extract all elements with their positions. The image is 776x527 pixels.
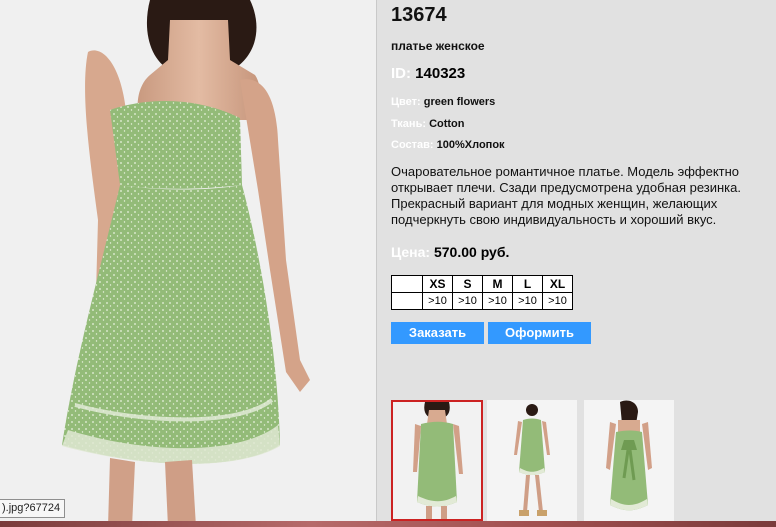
- composition-value: 100%Хлопок: [436, 139, 505, 151]
- thumbnail-front-selected[interactable]: [391, 400, 483, 521]
- bottom-strip: [0, 521, 776, 527]
- size-header-xs: XS: [422, 275, 453, 293]
- price-value: 570.00 руб.: [433, 244, 510, 260]
- fabric-row: Ткань: Cotton: [391, 118, 465, 130]
- composition-label: Состав:: [391, 139, 434, 151]
- size-availability-table: XS S M L XL >10 >10 >10 >10 >10: [391, 275, 573, 310]
- fabric-value: Cotton: [429, 118, 465, 130]
- checkout-button[interactable]: Оформить: [488, 322, 591, 344]
- price-label: Цена:: [391, 244, 431, 260]
- size-header-s: S: [452, 275, 483, 293]
- order-button[interactable]: Заказать: [391, 322, 484, 344]
- main-product-photo[interactable]: [0, 0, 376, 527]
- status-url-tooltip: ).jpg?67724: [0, 499, 66, 518]
- thumbnail-back-view[interactable]: [584, 400, 674, 521]
- fabric-label: Ткань:: [391, 118, 426, 130]
- article-number: 13674: [391, 4, 447, 26]
- stock-s: >10: [452, 292, 483, 310]
- product-description: Очаровательное романтичное платье. Модел…: [391, 164, 741, 227]
- composition-row: Состав: 100%Хлопок: [391, 139, 505, 151]
- size-header-m: M: [482, 275, 513, 293]
- id-label: ID:: [391, 65, 411, 82]
- color-value: green flowers: [423, 96, 496, 108]
- color-row: Цвет: green flowers: [391, 96, 495, 108]
- color-label: Цвет:: [391, 96, 421, 108]
- thumbnail-full-front[interactable]: [487, 400, 577, 521]
- stock-xs: >10: [422, 292, 453, 310]
- product-type: платье женское: [391, 39, 485, 53]
- product-id-row: ID: 140323: [391, 65, 465, 82]
- stock-l: >10: [512, 292, 543, 310]
- stock-corner-cell: [391, 292, 423, 310]
- size-corner-cell: [391, 275, 423, 293]
- size-header-l: L: [512, 275, 543, 293]
- stock-m: >10: [482, 292, 513, 310]
- stock-xl: >10: [542, 292, 573, 310]
- price-row: Цена: 570.00 руб.: [391, 244, 509, 260]
- pane-divider: [376, 0, 377, 527]
- id-value: 140323: [415, 65, 466, 82]
- size-header-xl: XL: [542, 275, 573, 293]
